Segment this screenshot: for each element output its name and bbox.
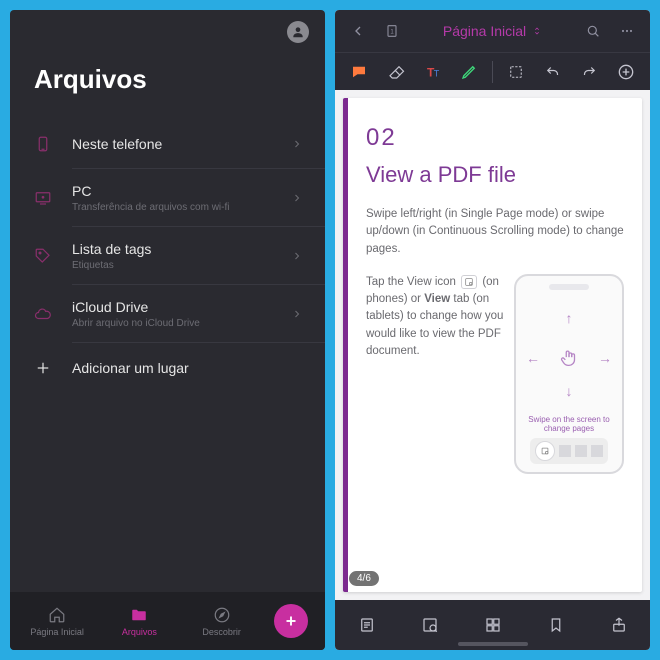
view-mode-icon (535, 441, 555, 461)
tab-bookmark[interactable] (541, 610, 571, 640)
menu-item-pc[interactable]: PC Transferência de arquivos com wi-fi (10, 169, 325, 227)
tool-pencil[interactable] (455, 58, 483, 86)
folder-icon (129, 605, 149, 625)
illustration-caption: Swipe on the screen to change pages (522, 415, 616, 434)
files-screen: Arquivos Neste telefone PC Transferência… (10, 10, 325, 650)
arrow-left-icon: ← (526, 350, 540, 366)
tool-add[interactable] (612, 58, 640, 86)
add-button[interactable] (274, 604, 308, 638)
separator (492, 61, 493, 83)
menu-sublabel: Etiquetas (72, 260, 273, 271)
chevron-right-icon (291, 192, 303, 204)
page-indicator-icon[interactable]: 1 (379, 18, 405, 44)
chevron-right-icon (291, 138, 303, 150)
svg-text:T: T (433, 68, 439, 78)
menu-label: PC (72, 183, 273, 199)
paragraph-2: Tap the View icon (on phones) or View ta… (366, 274, 504, 360)
menu-label: Neste telefone (72, 136, 273, 152)
tool-redo[interactable] (575, 58, 603, 86)
page-title: Arquivos (10, 54, 325, 119)
nav-label: Arquivos (122, 627, 157, 637)
viewer-titlebar: 1 Página Inicial (335, 10, 650, 52)
hand-swipe-icon (558, 347, 580, 369)
back-button[interactable] (345, 18, 371, 44)
menu-sublabel: Transferência de arquivos com wi-fi (72, 202, 273, 213)
view-icon (461, 275, 477, 289)
plus-icon (32, 357, 54, 379)
left-bottom-nav: Página Inicial Arquivos Descobrir (10, 592, 325, 650)
search-button[interactable] (580, 18, 606, 44)
svg-text:1: 1 (390, 30, 394, 36)
nav-label: Página Inicial (30, 627, 84, 637)
paragraph-1: Swipe left/right (in Single Page mode) o… (366, 206, 624, 258)
arrow-down-icon: ↓ (566, 383, 573, 399)
home-indicator (458, 642, 528, 646)
menu-item-add-location[interactable]: Adicionar um lugar (10, 343, 325, 393)
title-text: Página Inicial (443, 23, 526, 39)
more-button[interactable] (614, 18, 640, 44)
left-topbar (10, 10, 325, 54)
tab-share[interactable] (604, 610, 634, 640)
pdf-page: 02 View a PDF file Swipe left/right (in … (343, 98, 642, 592)
page-counter: 4/6 (349, 571, 379, 586)
annotation-toolbar: TT (335, 52, 650, 90)
menu-label: iCloud Drive (72, 299, 273, 315)
section-number: 02 (366, 124, 624, 152)
viewer-bottom-bar (335, 600, 650, 650)
arrow-right-icon: → (598, 350, 612, 366)
tag-icon (32, 245, 54, 267)
tab-outline[interactable] (352, 610, 382, 640)
chevron-updown-icon (532, 26, 542, 36)
nav-home[interactable]: Página Inicial (27, 605, 87, 637)
tab-view[interactable] (415, 610, 445, 640)
tool-select[interactable] (502, 58, 530, 86)
thumbnail-bar (530, 438, 608, 464)
phone-icon (32, 133, 54, 155)
storage-menu: Neste telefone PC Transferência de arqui… (10, 119, 325, 393)
tool-text[interactable]: TT (419, 58, 447, 86)
phone-illustration: ↑ ↓ ← → Swipe on the screen to change pa… (514, 274, 624, 474)
account-icon[interactable] (287, 21, 309, 43)
home-icon (47, 605, 67, 625)
menu-label: Lista de tags (72, 241, 273, 257)
nav-files[interactable]: Arquivos (109, 605, 169, 637)
pdf-viewer-screen: 1 Página Inicial TT (335, 10, 650, 650)
compass-icon (212, 605, 232, 625)
chevron-right-icon (291, 308, 303, 320)
nav-discover[interactable]: Descobrir (192, 605, 252, 637)
pc-icon (32, 187, 54, 209)
section-heading: View a PDF file (366, 162, 624, 188)
menu-sublabel: Abrir arquivo no iCloud Drive (72, 318, 273, 329)
document-area[interactable]: 02 View a PDF file Swipe left/right (in … (335, 90, 650, 600)
menu-label: Adicionar um lugar (72, 360, 303, 376)
arrow-up-icon: ↑ (566, 310, 573, 326)
tool-note[interactable] (345, 58, 373, 86)
tool-eraser[interactable] (382, 58, 410, 86)
menu-item-icloud[interactable]: iCloud Drive Abrir arquivo no iCloud Dri… (10, 285, 325, 343)
tab-thumbnails[interactable] (478, 610, 508, 640)
menu-item-this-phone[interactable]: Neste telefone (10, 119, 325, 169)
chevron-right-icon (291, 250, 303, 262)
menu-item-tags[interactable]: Lista de tags Etiquetas (10, 227, 325, 285)
nav-label: Descobrir (202, 627, 241, 637)
cloud-icon (32, 303, 54, 325)
tool-undo[interactable] (539, 58, 567, 86)
document-title[interactable]: Página Inicial (413, 23, 572, 39)
